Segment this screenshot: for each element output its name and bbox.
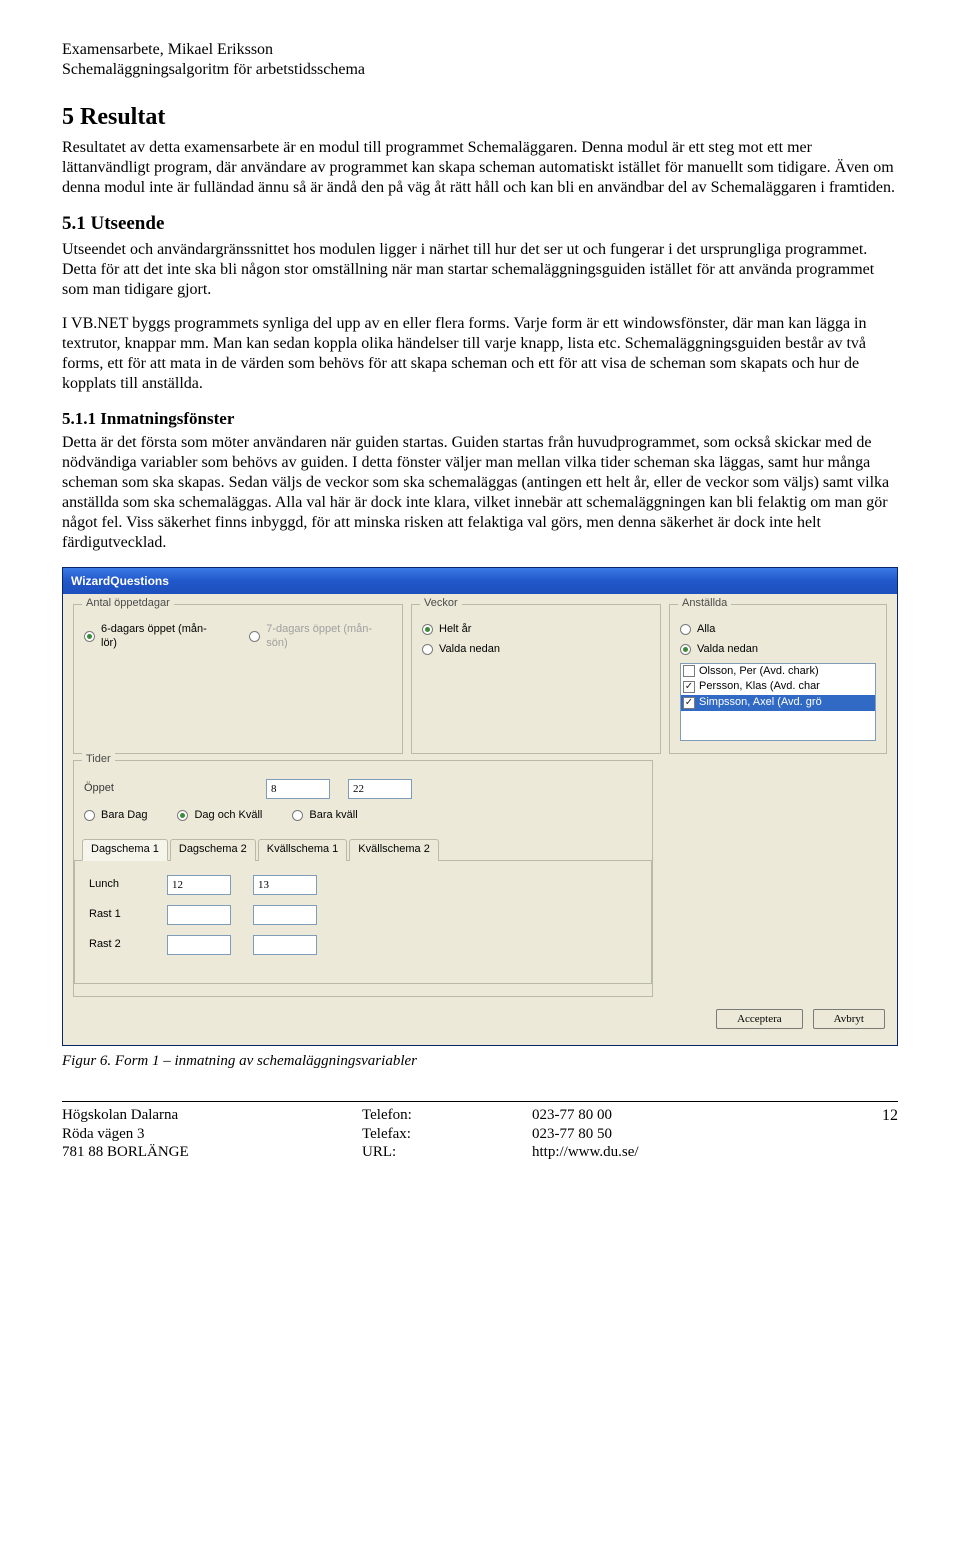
list-item[interactable]: Persson, Klas (Avd. char — [681, 679, 875, 695]
heading-resultat: 5 Resultat — [62, 102, 898, 132]
tab-kvallschema-2[interactable]: Kvällschema 2 — [349, 839, 439, 861]
footer-fax-label: Telefax: — [362, 1125, 532, 1144]
radio-icon — [422, 624, 433, 635]
footer-tel-label: Telefon: — [362, 1106, 532, 1125]
radio-icon — [84, 631, 95, 642]
footer-addr1: Röda vägen 3 — [62, 1125, 362, 1144]
list-item[interactable]: Olsson, Per (Avd. chark) — [681, 664, 875, 680]
schedule-tabs: Dagschema 1 Dagschema 2 Kvällschema 1 Kv… — [74, 838, 652, 861]
radio-emp-all-label: Alla — [697, 623, 715, 637]
radio-emp-chosen-label: Valda nedan — [697, 643, 758, 657]
open-to-input[interactable] — [348, 779, 412, 799]
radio-chosen-weeks-label: Valda nedan — [439, 643, 500, 657]
rast1-to-input[interactable] — [253, 905, 317, 925]
tab-panel: Lunch Rast 1 Rast 2 — [74, 861, 652, 984]
label-rast2: Rast 2 — [89, 938, 145, 952]
lunch-to-input[interactable] — [253, 875, 317, 895]
radio-full-year[interactable]: Helt år — [422, 623, 650, 637]
radio-emp-chosen[interactable]: Valda nedan — [680, 643, 876, 657]
radio-bara-kvall[interactable]: Bara kväll — [292, 809, 357, 823]
legend-times: Tider — [82, 753, 115, 767]
radio-full-year-label: Helt år — [439, 623, 471, 637]
figure-caption: Figur 6. Form 1 – inmatning av schemaläg… — [62, 1052, 898, 1071]
doc-header-line1: Examensarbete, Mikael Eriksson — [62, 40, 898, 60]
group-weeks: Veckor Helt år Valda nedan — [411, 604, 661, 754]
group-open-days: Antal öppetdagar 6-dagars öppet (mån-lör… — [73, 604, 403, 754]
employee-name: Olsson, Per (Avd. chark) — [699, 665, 819, 679]
heading-inmatning: 5.1.1 Inmatningsfönster — [62, 408, 898, 429]
footer-url-label: URL: — [362, 1143, 532, 1162]
tab-dagschema-2[interactable]: Dagschema 2 — [170, 839, 256, 861]
radio-7-days-label: 7-dagars öppet (mån-sön) — [266, 623, 392, 651]
radio-dag-kvall[interactable]: Dag och Kväll — [177, 809, 262, 823]
radio-icon — [422, 644, 433, 655]
employee-name: Persson, Klas (Avd. char — [699, 680, 820, 694]
radio-bara-dag-label: Bara Dag — [101, 809, 147, 823]
paragraph-inmatning: Detta är det första som möter användaren… — [62, 433, 898, 553]
paragraph-intro: Resultatet av detta examensarbete är en … — [62, 138, 898, 198]
radio-bara-kvall-label: Bara kväll — [309, 809, 357, 823]
radio-dag-kvall-label: Dag och Kväll — [194, 809, 262, 823]
radio-6-days[interactable]: 6-dagars öppet (mån-lör) — [84, 623, 221, 651]
checkbox-icon[interactable] — [683, 681, 695, 693]
group-employees: Anställda Alla Valda nedan Olsson, Per (… — [669, 604, 887, 754]
radio-icon — [680, 644, 691, 655]
list-item[interactable]: Simpsson, Axel (Avd. grö — [681, 695, 875, 711]
window-title: WizardQuestions — [71, 574, 169, 589]
radio-icon — [292, 810, 303, 821]
open-from-input[interactable] — [266, 779, 330, 799]
radio-icon — [84, 810, 95, 821]
doc-header-line2: Schemaläggningsalgoritm för arbetstidssc… — [62, 60, 898, 80]
rast2-to-input[interactable] — [253, 935, 317, 955]
checkbox-icon[interactable] — [683, 697, 695, 709]
label-open: Öppet — [84, 782, 140, 796]
radio-icon — [177, 810, 188, 821]
employee-list[interactable]: Olsson, Per (Avd. chark) Persson, Klas (… — [680, 663, 876, 741]
label-rast1: Rast 1 — [89, 908, 145, 922]
paragraph-utseende-1: Utseendet och användargränssnittet hos m… — [62, 240, 898, 300]
legend-open-days: Antal öppetdagar — [82, 597, 174, 611]
rast2-from-input[interactable] — [167, 935, 231, 955]
radio-icon — [249, 631, 260, 642]
wizard-window: WizardQuestions Antal öppetdagar 6-dagar… — [62, 567, 898, 1046]
heading-utseende: 5.1 Utseende — [62, 212, 898, 236]
radio-emp-all[interactable]: Alla — [680, 623, 876, 637]
tab-kvallschema-1[interactable]: Kvällschema 1 — [258, 839, 348, 861]
footer-url: http://www.du.se/ — [532, 1143, 812, 1162]
legend-employees: Anställda — [678, 597, 731, 611]
footer-addr2: 781 88 BORLÄNGE — [62, 1143, 362, 1162]
radio-icon — [680, 624, 691, 635]
page-number: 12 — [812, 1106, 898, 1162]
window-titlebar[interactable]: WizardQuestions — [63, 568, 897, 594]
group-times: Tider Öppet Bara Dag Dag och Kväll — [73, 760, 653, 998]
radio-6-days-label: 6-dagars öppet (mån-lör) — [101, 623, 221, 651]
footer-fax: 023-77 80 50 — [532, 1125, 812, 1144]
accept-button[interactable]: Acceptera — [716, 1009, 803, 1029]
legend-weeks: Veckor — [420, 597, 462, 611]
tab-dagschema-1[interactable]: Dagschema 1 — [82, 839, 168, 861]
cancel-button[interactable]: Avbryt — [813, 1009, 885, 1029]
label-lunch: Lunch — [89, 878, 145, 892]
radio-chosen-weeks[interactable]: Valda nedan — [422, 643, 650, 657]
radio-7-days: 7-dagars öppet (mån-sön) — [249, 623, 392, 651]
radio-bara-dag[interactable]: Bara Dag — [84, 809, 147, 823]
footer-tel: 023-77 80 00 — [532, 1106, 812, 1125]
checkbox-icon[interactable] — [683, 665, 695, 677]
page-footer: Högskolan Dalarna Röda vägen 3 781 88 BO… — [62, 1101, 898, 1162]
employee-name: Simpsson, Axel (Avd. grö — [699, 696, 822, 710]
paragraph-utseende-2: I VB.NET byggs programmets synliga del u… — [62, 314, 898, 394]
lunch-from-input[interactable] — [167, 875, 231, 895]
footer-org: Högskolan Dalarna — [62, 1106, 362, 1125]
rast1-from-input[interactable] — [167, 905, 231, 925]
